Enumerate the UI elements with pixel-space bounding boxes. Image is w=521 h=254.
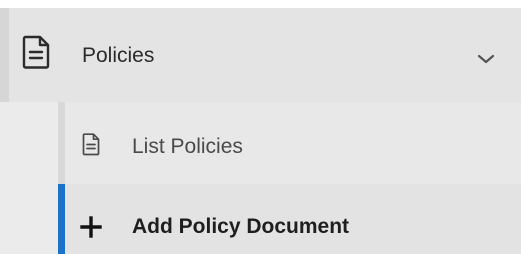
nav-item-add-policy-document[interactable]: Add Policy Document	[65, 184, 521, 254]
nav-group-policies[interactable]: Policies	[0, 8, 521, 102]
nav-item-label: List Policies	[132, 135, 243, 158]
nav-group-label: Policies	[82, 44, 155, 67]
active-indicator	[58, 184, 65, 254]
group-left-edge	[0, 8, 9, 102]
nav-group-children: List Policies Add Policy Document	[0, 102, 521, 254]
nav-item-label: Add Policy Document	[132, 215, 350, 238]
sidebar-nav: Policies List Policies Add Policy Docume…	[0, 0, 521, 254]
nav-item-list-policies[interactable]: List Policies	[65, 102, 521, 184]
document-icon	[22, 35, 50, 69]
children-gutter	[0, 102, 58, 254]
children-rail	[58, 102, 65, 184]
chevron-down-icon[interactable]	[476, 52, 496, 64]
document-icon	[82, 133, 100, 156]
plus-icon	[80, 216, 102, 238]
